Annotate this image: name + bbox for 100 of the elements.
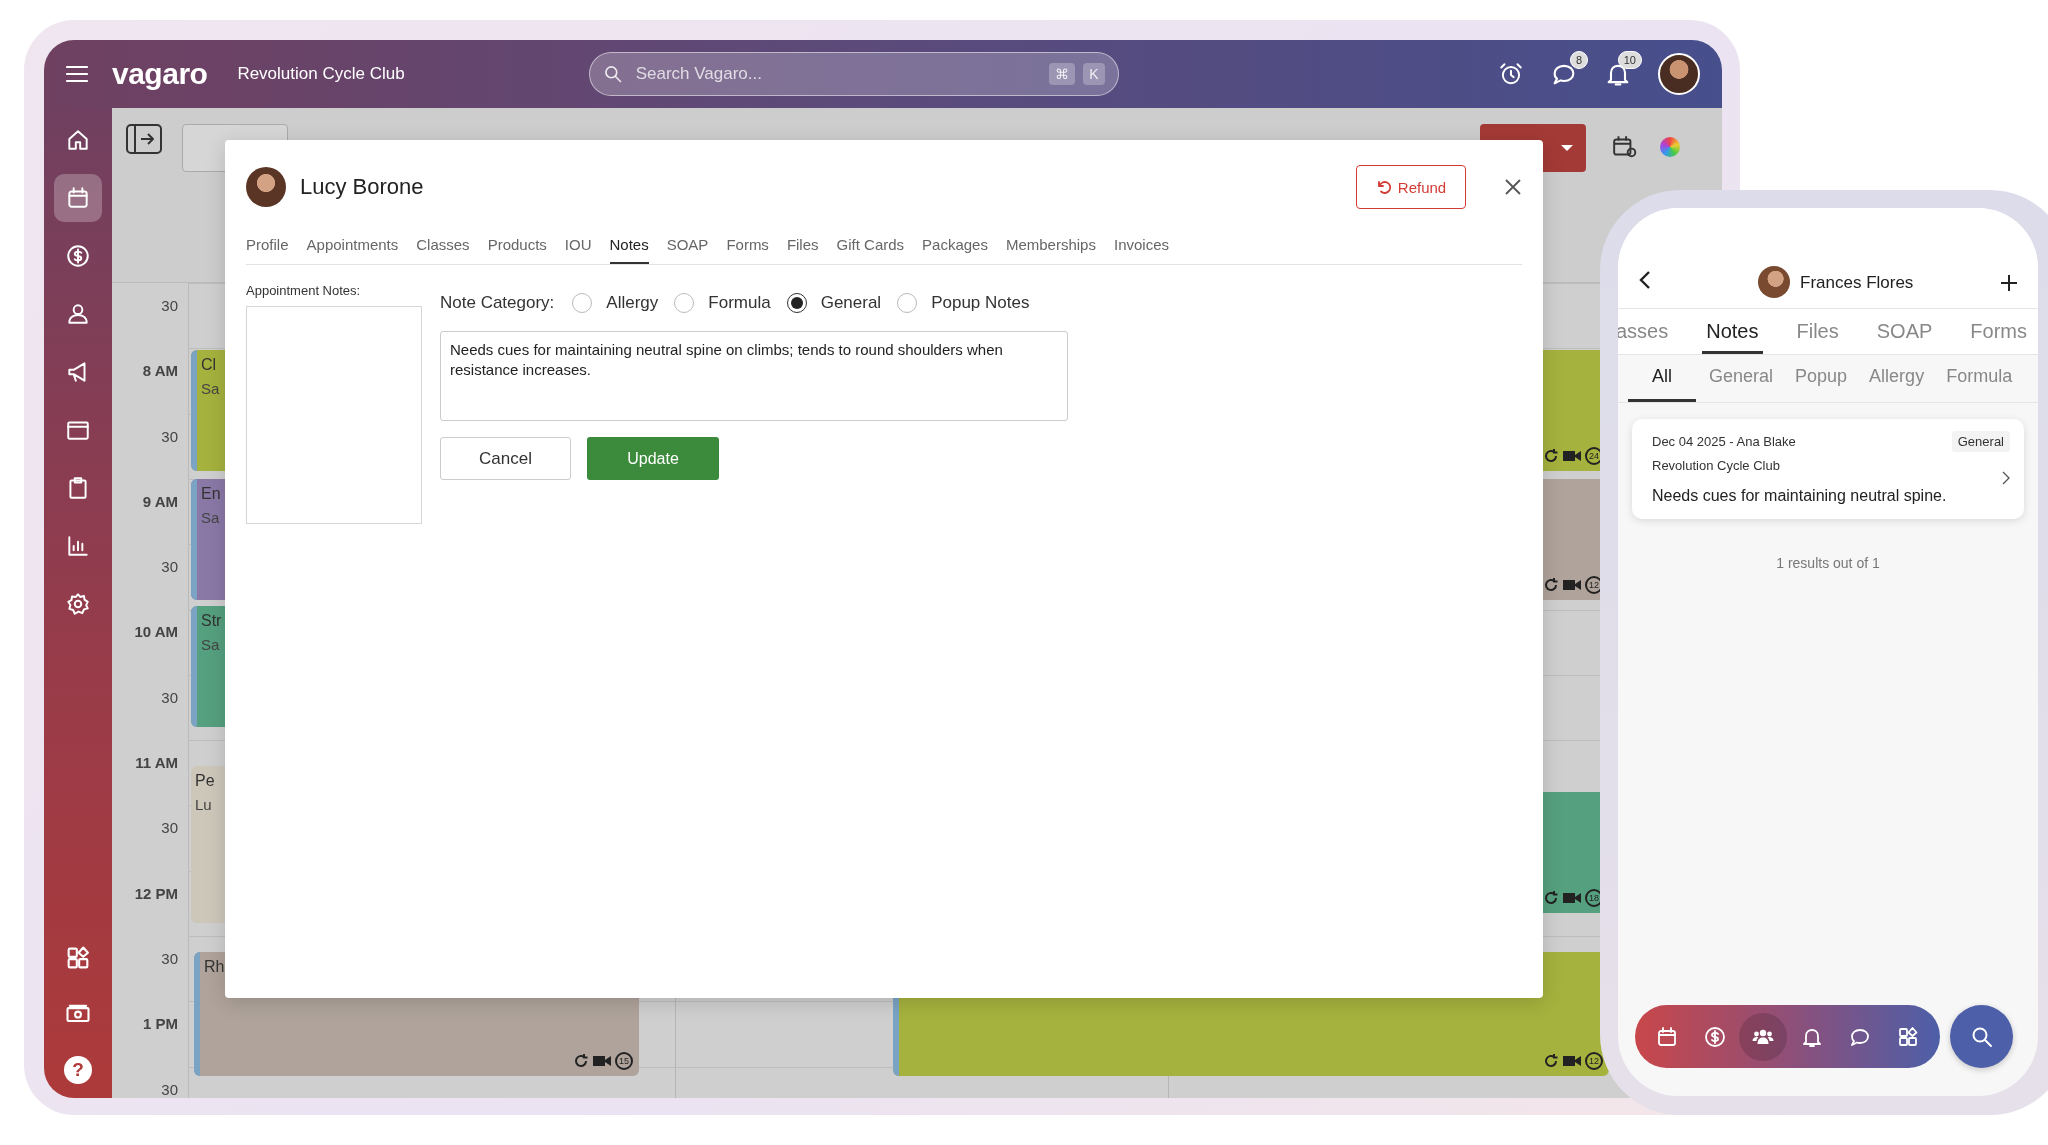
- tab[interactable]: Products: [487, 232, 547, 264]
- tab[interactable]: Classes: [416, 232, 470, 264]
- time-label: 30: [161, 558, 178, 576]
- add-icon[interactable]: [2000, 274, 2018, 292]
- appointment-client: Sa: [201, 508, 221, 526]
- appointment-title: Pe: [195, 772, 216, 791]
- appointment-title: Str: [201, 612, 223, 631]
- category-radio[interactable]: Allergy: [572, 293, 659, 313]
- tab[interactable]: IOU: [564, 232, 592, 264]
- time-label: 10 AM: [134, 623, 178, 641]
- note-field[interactable]: Needs cues for maintaining neutral spine on climbs; tends to round shoulders when resistance increases.: [440, 331, 1068, 421]
- business-name: Revolution Cycle Club: [237, 64, 405, 84]
- time-label: 1 PM: [143, 1015, 178, 1033]
- user-avatar[interactable]: [1658, 53, 1700, 95]
- caret-icon: [1560, 144, 1574, 152]
- note-location: Revolution Cycle Club: [1652, 458, 1781, 473]
- alarm-clock-icon[interactable]: [1498, 61, 1524, 87]
- category-radio[interactable]: Formula: [674, 293, 771, 313]
- filter-tab[interactable]: Popup: [1786, 366, 1857, 402]
- tab[interactable]: Forms: [726, 232, 769, 264]
- dollar-icon: [1703, 1024, 1728, 1049]
- time-label: 30: [161, 297, 178, 314]
- chevron-right-icon: [2002, 471, 2010, 485]
- person-icon: [65, 301, 91, 327]
- note-text: Needs cues for maintaining neutral spine.: [1652, 487, 1948, 505]
- help-button[interactable]: ?: [64, 1056, 92, 1084]
- calendar-icon: [65, 185, 91, 211]
- shortcut-key: ⌘: [1049, 63, 1076, 85]
- chart-icon: [65, 533, 91, 559]
- notification-count: 10: [1617, 51, 1642, 69]
- tab[interactable]: Files: [786, 232, 819, 264]
- tab[interactable]: Notes: [1702, 320, 1763, 354]
- settings-icon: [65, 591, 91, 617]
- logo[interactable]: vagaro: [112, 57, 208, 91]
- appointment-client: Sa: [201, 380, 221, 398]
- tab[interactable]: Packages: [922, 232, 988, 264]
- sidebar-toggle-icon[interactable]: [126, 124, 162, 154]
- time-label: 30: [161, 949, 178, 967]
- undo-icon: [1375, 179, 1392, 195]
- category-radio[interactable]: Popup Notes: [897, 293, 1030, 313]
- search-button[interactable]: [1950, 1005, 2013, 1068]
- tab[interactable]: Memberships: [1005, 232, 1096, 264]
- time-label: 11 AM: [135, 754, 178, 772]
- refund-button[interactable]: Refund: [1356, 165, 1466, 209]
- filter-tab[interactable]: General: [1700, 366, 1783, 402]
- appointment-notes-label: Appointment Notes:: [246, 283, 362, 298]
- appointment-title: Rh: [204, 958, 226, 977]
- appointment-title: Cl: [201, 356, 218, 375]
- video-icon: [1562, 1054, 1582, 1069]
- tab[interactable]: Files: [1792, 320, 1843, 354]
- client-name: Frances Flores: [1800, 273, 1914, 294]
- cancel-button[interactable]: Cancel: [440, 437, 571, 480]
- close-icon[interactable]: [1504, 178, 1522, 196]
- update-button[interactable]: Update: [587, 437, 719, 480]
- time-label: 30: [161, 427, 178, 445]
- tab[interactable]: Invoices: [1113, 232, 1169, 264]
- appointment-client: Lu: [195, 796, 213, 814]
- capacity-counter: 15: [615, 1052, 633, 1071]
- filter-tab[interactable]: All: [1628, 366, 1696, 402]
- category-tag: General: [1951, 431, 2010, 452]
- results-count: 1 results out of 1: [1775, 555, 1881, 571]
- time-label: 12 PM: [134, 884, 178, 902]
- video-icon: [1562, 891, 1582, 906]
- time-label: 9 AM: [142, 492, 178, 510]
- appointment-notes-field[interactable]: [246, 306, 422, 524]
- tab[interactable]: SOAP: [666, 232, 709, 264]
- time-label: 30: [161, 688, 178, 706]
- back-icon[interactable]: [1638, 270, 1652, 290]
- repeat-icon: [1543, 890, 1559, 907]
- tab[interactable]: Gift Cards: [836, 232, 905, 264]
- appointment-title: En: [201, 484, 222, 503]
- appointment-client: Sa: [201, 636, 221, 654]
- tab[interactable]: Appointments: [306, 232, 399, 264]
- shortcut-key: K: [1083, 63, 1105, 85]
- client-avatar: [246, 167, 286, 207]
- dollar-icon: [65, 243, 91, 269]
- note-meta: Dec 04 2025 - Ana Blake: [1652, 434, 1796, 449]
- tab[interactable]: SOAP: [1872, 320, 1937, 354]
- time-label: 30: [161, 1080, 178, 1098]
- filter-tab[interactable]: Allergy: [1860, 366, 1934, 402]
- filter-tab[interactable]: Formula: [1937, 366, 2022, 402]
- menu-icon[interactable]: [66, 65, 88, 83]
- calendar-settings-icon[interactable]: [1612, 134, 1638, 160]
- video-icon: [1562, 577, 1582, 592]
- client-avatar: [1758, 266, 1790, 298]
- sidebar-item[interactable]: [54, 174, 102, 222]
- home-icon: [65, 127, 91, 153]
- tab[interactable]: Profile: [246, 232, 289, 264]
- client-name: Lucy Borone: [300, 174, 424, 200]
- repeat-icon: [1543, 1053, 1559, 1070]
- category-radio[interactable]: General: [786, 293, 882, 313]
- repeat-icon: [1543, 576, 1559, 593]
- video-icon: [1562, 449, 1582, 464]
- repeat-icon: [573, 1053, 589, 1070]
- repeat-icon: [1543, 448, 1559, 465]
- color-wheel-icon[interactable]: [1660, 137, 1680, 157]
- tab[interactable]: Notes: [609, 232, 649, 264]
- note-card[interactable]: Dec 04 2025 - Ana Blake General Revolution Cycle Club Needs cues for maintaining neutral spine.: [1632, 419, 2024, 519]
- video-icon: [592, 1054, 612, 1069]
- tab[interactable]: Forms: [1966, 320, 2031, 354]
